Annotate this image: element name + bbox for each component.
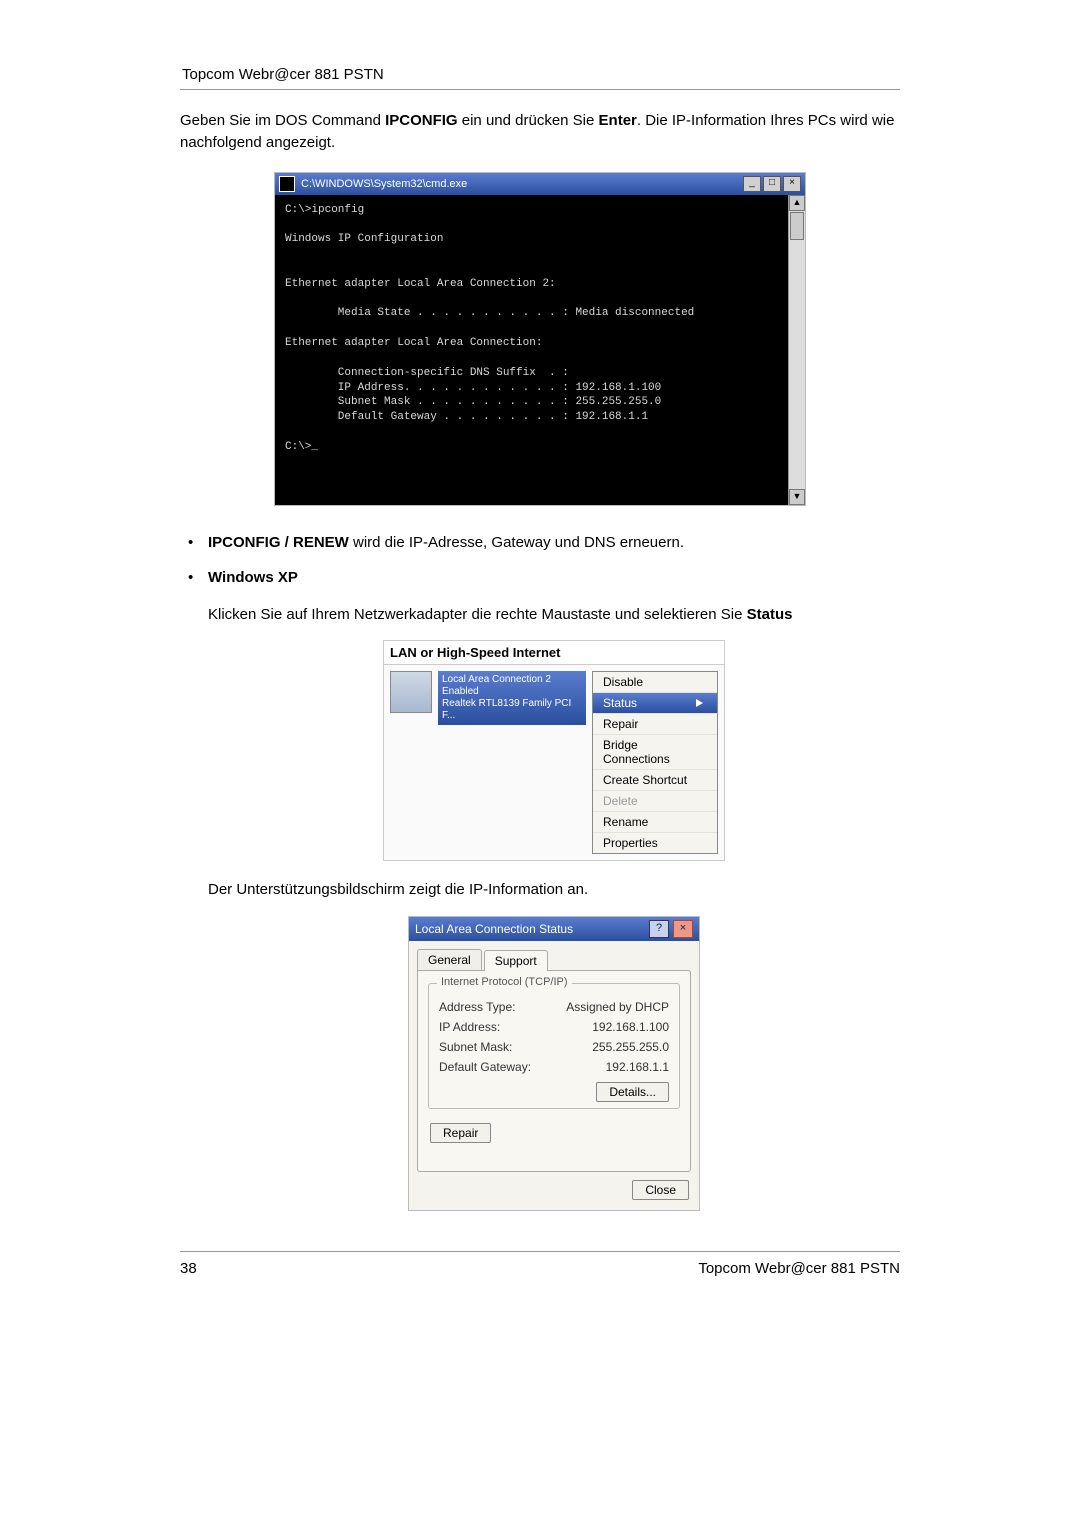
details-button[interactable]: Details... — [596, 1082, 669, 1102]
cmd-output: C:\>ipconfig Windows IP Configuration Et… — [275, 195, 788, 505]
help-button[interactable]: ? — [649, 920, 669, 938]
value-subnet: 255.255.255.0 — [592, 1040, 669, 1054]
menu-disable[interactable]: Disable — [593, 672, 717, 693]
network-adapter-icon[interactable] — [390, 671, 432, 713]
status-title-text: Local Area Connection Status — [415, 922, 573, 936]
context-menu: Disable Status Repair Bridge Connections… — [592, 671, 718, 854]
maximize-button[interactable]: □ — [763, 176, 781, 192]
tab-strip: General Support — [409, 941, 699, 970]
menu-repair[interactable]: Repair — [593, 714, 717, 735]
bullet2-bold: Windows XP — [208, 569, 298, 586]
footer-title: Topcom Webr@cer 881 PSTN — [698, 1260, 900, 1277]
repair-button[interactable]: Repair — [430, 1123, 491, 1143]
tcpip-group: Internet Protocol (TCP/IP) Address Type:… — [428, 983, 680, 1109]
adapter-state: Enabled — [442, 686, 582, 698]
scroll-up-button[interactable]: ▲ — [789, 195, 805, 211]
minimize-button[interactable]: _ — [743, 176, 761, 192]
value-gateway: 192.168.1.1 — [606, 1060, 669, 1074]
scroll-thumb[interactable] — [790, 212, 804, 240]
page-header: Topcom Webr@cer 881 PSTN — [180, 60, 900, 90]
dialog-close-button[interactable]: × — [673, 920, 693, 938]
label-address-type: Address Type: — [439, 1000, 516, 1014]
menu-delete: Delete — [593, 791, 717, 812]
menu-shortcut[interactable]: Create Shortcut — [593, 770, 717, 791]
menu-status[interactable]: Status — [593, 693, 717, 714]
xp-pre: Klicken Sie auf Ihrem Netzwerkadapter di… — [208, 606, 747, 623]
lan-panel: LAN or High-Speed Internet Local Area Co… — [383, 640, 725, 861]
bullet1-rest: wird die IP-Adresse, Gateway und DNS ern… — [349, 534, 684, 551]
cmd-icon — [279, 176, 295, 192]
bullet-ipconfig-renew: IPCONFIG / RENEW wird die IP-Adresse, Ga… — [180, 534, 900, 551]
scroll-down-button[interactable]: ▼ — [789, 489, 805, 505]
menu-properties[interactable]: Properties — [593, 833, 717, 853]
adapter-description: Local Area Connection 2 Enabled Realtek … — [438, 671, 586, 725]
label-subnet: Subnet Mask: — [439, 1040, 512, 1054]
intro-enter: Enter — [599, 112, 637, 129]
menu-rename[interactable]: Rename — [593, 812, 717, 833]
value-address-type: Assigned by DHCP — [566, 1000, 669, 1014]
cmd-title-text: C:\WINDOWS\System32\cmd.exe — [301, 178, 467, 190]
status-titlebar: Local Area Connection Status ? × — [409, 917, 699, 941]
page-number: 38 — [180, 1260, 197, 1277]
label-gateway: Default Gateway: — [439, 1060, 531, 1074]
status-dialog: Local Area Connection Status ? × General… — [408, 916, 700, 1211]
adapter-name: Local Area Connection 2 — [442, 674, 582, 686]
intro-ipconfig: IPCONFIG — [385, 112, 458, 129]
cmd-titlebar: C:\WINDOWS\System32\cmd.exe _ □ × — [275, 173, 805, 195]
tab-support[interactable]: Support — [484, 950, 548, 971]
group-label: Internet Protocol (TCP/IP) — [437, 976, 572, 988]
intro-paragraph: Geben Sie im DOS Command IPCONFIG ein un… — [180, 110, 900, 154]
row-gateway: Default Gateway: 192.168.1.1 — [439, 1060, 669, 1074]
intro-mid: ein und drücken Sie — [458, 112, 599, 129]
scrollbar[interactable]: ▲ ▼ — [788, 195, 805, 505]
row-ip: IP Address: 192.168.1.100 — [439, 1020, 669, 1034]
lan-header: LAN or High-Speed Internet — [384, 641, 724, 665]
adapter-device: Realtek RTL8139 Family PCI F... — [442, 698, 582, 722]
support-text: Der Unterstützungsbildschirm zeigt die I… — [208, 879, 900, 901]
cmd-window: C:\WINDOWS\System32\cmd.exe _ □ × C:\>ip… — [274, 172, 806, 506]
row-address-type: Address Type: Assigned by DHCP — [439, 1000, 669, 1014]
page-footer: 38 Topcom Webr@cer 881 PSTN — [180, 1251, 900, 1277]
tab-general[interactable]: General — [417, 949, 482, 970]
intro-pre: Geben Sie im DOS Command — [180, 112, 385, 129]
close-dialog-button[interactable]: Close — [632, 1180, 689, 1200]
row-subnet: Subnet Mask: 255.255.255.0 — [439, 1040, 669, 1054]
bullet1-bold: IPCONFIG / RENEW — [208, 534, 349, 551]
xp-status-bold: Status — [747, 606, 793, 623]
label-ip: IP Address: — [439, 1020, 500, 1034]
xp-instruction: Klicken Sie auf Ihrem Netzwerkadapter di… — [208, 604, 900, 626]
tab-content: Internet Protocol (TCP/IP) Address Type:… — [417, 970, 691, 1172]
bullet-windows-xp: Windows XP Klicken Sie auf Ihrem Netzwer… — [180, 569, 900, 1212]
menu-bridge[interactable]: Bridge Connections — [593, 735, 717, 770]
value-ip: 192.168.1.100 — [592, 1020, 669, 1034]
close-button[interactable]: × — [783, 176, 801, 192]
